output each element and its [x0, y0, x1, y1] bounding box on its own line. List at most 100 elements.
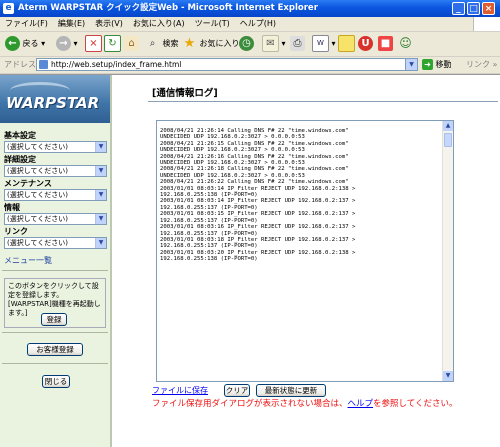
back-button[interactable]: ← 戻る ▾	[5, 35, 45, 53]
log-text: 2008/04/21 21:26:14 Calling DNS F# 22 "t…	[160, 128, 440, 263]
basic-settings-select[interactable]: (選択してください) ▼	[4, 141, 107, 153]
messenger-people-button[interactable]: ☺	[398, 35, 413, 53]
stop-button[interactable]: ×	[85, 35, 102, 53]
people-icon: ☺	[399, 36, 412, 50]
messenger-icon: U	[358, 36, 373, 51]
menu-favorites[interactable]: お気に入り(A)	[128, 17, 190, 31]
main-frame: [通信情報ログ] 2008/04/21 21:26:14 Calling DNS…	[112, 75, 500, 447]
go-label: 移動	[435, 60, 452, 69]
windows-logo	[473, 17, 500, 31]
refresh-icon: ↻	[104, 35, 121, 52]
refresh-latest-button[interactable]: 最新状態に更新	[256, 384, 326, 397]
history-icon: ◷	[239, 36, 254, 51]
customer-registration-button[interactable]: お客様登録	[27, 343, 83, 356]
menu-file[interactable]: ファイル(F)	[0, 17, 53, 31]
toolbar: ← 戻る ▾ → ▾ × ↻ ⌂ ⌕ 検索 ★ お気に入り ◷ ✉ ▾ ⎙ W …	[0, 32, 500, 57]
select-value: (選択してください)	[7, 191, 69, 199]
clear-button[interactable]: クリア	[224, 384, 250, 397]
stop-icon: ×	[85, 35, 102, 52]
nav-heading-advanced: 詳細設定	[4, 155, 36, 164]
go-arrow-icon: ➜	[422, 59, 433, 70]
log-scrollbar[interactable]: ▲ ▼	[442, 121, 453, 381]
nav-group-links: リンク (選択してください) ▼	[4, 227, 108, 249]
warning-text-end: を参照してください。	[373, 399, 458, 409]
nav-heading-links: リンク	[4, 227, 28, 236]
links-button[interactable]: リンク »	[466, 57, 497, 73]
messenger-button[interactable]: U	[358, 35, 373, 53]
info-select[interactable]: (選択してください) ▼	[4, 213, 107, 225]
minimize-button[interactable]: _	[452, 2, 465, 15]
research-button[interactable]: ■	[378, 35, 393, 53]
window-titlebar: e Aterm WARPSTAR クイック設定Web - Microsoft I…	[0, 0, 500, 17]
print-icon: ⎙	[290, 36, 305, 51]
advanced-settings-select[interactable]: (選択してください) ▼	[4, 165, 107, 177]
select-value: (選択してください)	[7, 143, 69, 151]
menu-bar: ファイル(F) 編集(E) 表示(V) お気に入り(A) ツール(T) ヘルプ(H)	[0, 17, 500, 32]
forward-button[interactable]: → ▾	[56, 35, 78, 53]
save-to-file-link[interactable]: ファイルに保存	[152, 385, 208, 396]
menu-view[interactable]: 表示(V)	[90, 17, 128, 31]
refresh-button[interactable]: ↻	[104, 35, 121, 53]
word-icon: W	[312, 35, 329, 52]
divider	[2, 332, 108, 333]
chevron-down-icon: ▼	[95, 190, 106, 200]
divider	[2, 363, 108, 364]
window-title: Aterm WARPSTAR クイック設定Web - Microsoft Int…	[18, 3, 318, 13]
divider	[2, 270, 108, 271]
chevron-down-icon: ▼	[95, 142, 106, 152]
print-button[interactable]: ⎙	[290, 35, 305, 53]
page-icon	[39, 60, 48, 69]
menu-tools[interactable]: ツール(T)	[190, 17, 235, 31]
select-value: (選択してください)	[7, 239, 69, 247]
save-dialog-warning: ファイル保存用ダイアログが表示されない場合は、ヘルプを参照してください。	[152, 399, 492, 409]
menu-help[interactable]: ヘルプ(H)	[235, 17, 281, 31]
warning-text: ファイル保存用ダイアログが表示されない場合は、	[152, 399, 348, 409]
go-button[interactable]: ➜ 移動	[422, 57, 452, 73]
menu-list-link[interactable]: メニュー一覧	[4, 255, 52, 266]
nav-heading-maintenance: メンテナンス	[4, 179, 52, 188]
note-icon	[338, 35, 355, 52]
links-select[interactable]: (選択してください) ▼	[4, 237, 107, 249]
scroll-up-icon[interactable]: ▲	[443, 121, 453, 131]
address-url: http://web.setup/index_frame.html	[51, 60, 182, 69]
home-icon: ⌂	[124, 36, 139, 51]
logo-text: WARPSTAR	[6, 94, 100, 112]
maximize-button[interactable]: □	[467, 2, 480, 15]
register-button[interactable]: 登録	[41, 313, 67, 326]
warpstar-logo: WARPSTAR	[0, 75, 110, 123]
close-window-button[interactable]: ×	[482, 2, 495, 15]
scroll-thumb[interactable]	[444, 133, 452, 147]
close-button[interactable]: 閉じる	[42, 375, 70, 388]
log-textarea[interactable]: 2008/04/21 21:26:14 Calling DNS F# 22 "t…	[156, 120, 454, 382]
back-arrow-icon: ←	[5, 36, 20, 51]
scroll-down-icon[interactable]: ▼	[443, 371, 453, 381]
chevron-down-icon[interactable]: ▼	[405, 59, 417, 70]
discuss-button[interactable]	[338, 35, 355, 53]
sidebar-frame: WARPSTAR 基本設定 (選択してください) ▼ 詳細設定 (選択してくださ…	[0, 75, 112, 447]
chevron-down-icon: ▼	[95, 238, 106, 248]
research-icon: ■	[378, 36, 393, 51]
mail-button[interactable]: ✉ ▾	[262, 35, 286, 53]
address-input[interactable]: http://web.setup/index_frame.html ▼	[36, 58, 418, 71]
forward-arrow-icon: →	[56, 36, 71, 51]
mail-icon: ✉	[262, 35, 279, 52]
address-bar: アドレス(D) http://web.setup/index_frame.htm…	[0, 57, 500, 74]
favorites-button[interactable]: ★ お気に入り	[182, 35, 240, 53]
nav-group-advanced: 詳細設定 (選択してください) ▼	[4, 155, 108, 177]
select-value: (選択してください)	[7, 215, 69, 223]
home-button[interactable]: ⌂	[124, 35, 139, 53]
chevron-down-icon: ▼	[95, 166, 106, 176]
chevron-down-icon: ▼	[95, 214, 106, 224]
help-link[interactable]: ヘルプ	[348, 399, 374, 409]
nav-group-maintenance: メンテナンス (選択してください) ▼	[4, 179, 108, 201]
menu-edit[interactable]: 編集(E)	[53, 17, 90, 31]
nav-group-info: 情報 (選択してください) ▼	[4, 203, 108, 225]
log-line: 192.168.0.255:138 (IP-PORT=0)	[160, 256, 258, 263]
back-label: 戻る	[22, 39, 39, 48]
nav-heading-basic: 基本設定	[4, 131, 36, 140]
history-button[interactable]: ◷	[239, 35, 254, 53]
search-button[interactable]: ⌕ 検索	[145, 35, 179, 53]
maintenance-select[interactable]: (選択してください) ▼	[4, 189, 107, 201]
edit-button[interactable]: W ▾	[312, 35, 336, 53]
title-underline	[148, 101, 498, 102]
